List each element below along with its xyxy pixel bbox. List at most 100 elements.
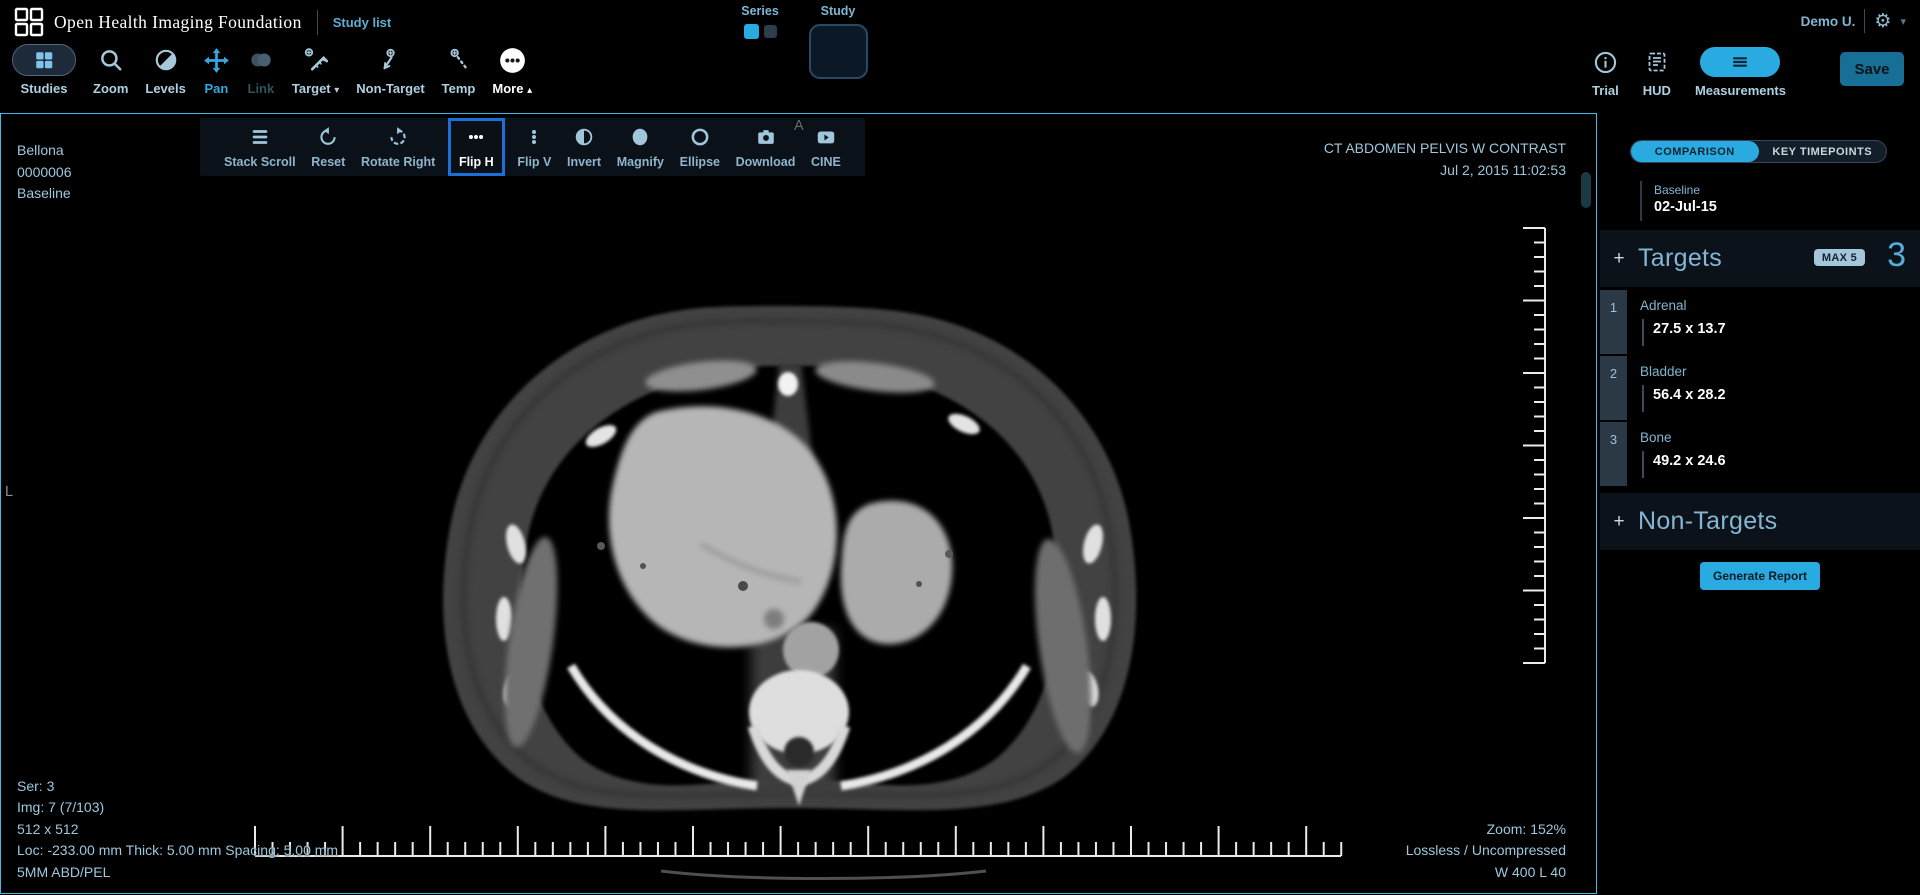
add-non-target-icon[interactable]: + bbox=[1600, 511, 1638, 533]
play-icon bbox=[815, 126, 837, 148]
tool-non-target[interactable]: Non-Target bbox=[356, 44, 424, 96]
caret-down-icon: ▾ bbox=[334, 85, 339, 96]
flip-v-icon bbox=[523, 126, 545, 148]
series-selector: Series bbox=[736, 4, 784, 39]
target-number: 2 bbox=[1600, 356, 1627, 420]
timepoint-baseline: Baseline 02-Jul-15 bbox=[1640, 181, 1717, 221]
menu-item-flip-v[interactable]: Flip V bbox=[513, 118, 555, 176]
menu-item-stack-scroll[interactable]: Stack Scroll bbox=[220, 118, 300, 176]
rotate-right-icon bbox=[387, 126, 409, 148]
menu-item-ellipse[interactable]: Ellipse bbox=[676, 118, 724, 176]
zoom-level: Zoom: 152% bbox=[1406, 819, 1566, 841]
reset-icon bbox=[317, 126, 339, 148]
target-row-bladder[interactable]: 2 Bladder 56.4 x 28.2 bbox=[1600, 356, 1920, 420]
menu-item-flip-h[interactable]: Flip H bbox=[448, 118, 505, 176]
horizontal-ruler bbox=[254, 822, 1344, 858]
tool-pan[interactable]: Pan bbox=[203, 44, 230, 96]
tab-comparison[interactable]: COMPARISON bbox=[1631, 141, 1759, 162]
more-ellipsis-icon bbox=[499, 44, 526, 76]
stack-scrollbar-thumb[interactable] bbox=[1581, 172, 1591, 208]
menu-item-reset[interactable]: Reset bbox=[307, 118, 349, 176]
study-thumb[interactable] bbox=[809, 24, 868, 79]
series-thumb[interactable] bbox=[764, 25, 777, 38]
hud-panel-icon bbox=[1645, 46, 1669, 78]
menu-item-cine[interactable]: CINE bbox=[807, 118, 845, 176]
non-target-icon bbox=[377, 44, 403, 76]
brand-divider bbox=[317, 10, 318, 35]
magnify-icon bbox=[629, 126, 651, 148]
temp-icon bbox=[446, 44, 472, 76]
target-ruler-icon bbox=[303, 44, 329, 76]
targets-section-header[interactable]: + Targets MAX 5 3 bbox=[1600, 230, 1920, 287]
generate-report-button[interactable]: Generate Report bbox=[1700, 562, 1820, 590]
app-title: Open Health Imaging Foundation bbox=[54, 12, 302, 33]
brand: Open Health Imaging Foundation Study lis… bbox=[14, 7, 391, 37]
timepoint-tabs: COMPARISON KEY TIMEPOINTS bbox=[1630, 140, 1887, 163]
vertical-ruler bbox=[1519, 226, 1547, 666]
ellipse-icon bbox=[689, 126, 711, 148]
flip-h-icon bbox=[464, 126, 488, 148]
overlay-series-info: Ser: 3 Img: 7 (7/103) 512 x 512 Loc: -23… bbox=[17, 776, 338, 884]
info-icon bbox=[1593, 46, 1618, 78]
tool-measurements[interactable]: Measurements bbox=[1695, 46, 1786, 98]
window-level: W 400 L 40 bbox=[1406, 862, 1566, 884]
tab-key-timepoints[interactable]: KEY TIMEPOINTS bbox=[1759, 141, 1887, 162]
targets-list: 1 Adrenal 27.5 x 13.7 2 Bladder 56.4 x 2… bbox=[1600, 290, 1920, 486]
target-number: 3 bbox=[1600, 422, 1627, 486]
target-row-bone[interactable]: 3 Bone 49.2 x 24.6 bbox=[1600, 422, 1920, 486]
max-targets-badge: MAX 5 bbox=[1814, 249, 1865, 266]
menu-item-download[interactable]: Download bbox=[732, 118, 800, 176]
study-description: CT ABDOMEN PELVIS W CONTRAST bbox=[1324, 138, 1566, 160]
invert-icon bbox=[573, 126, 595, 148]
series-thumb-active[interactable] bbox=[744, 24, 759, 39]
main-toolbar: Studies Zoom Levels Pan bbox=[12, 44, 532, 96]
tool-zoom[interactable]: Zoom bbox=[93, 44, 128, 96]
right-toolbar: Trial HUD Measurements Save bbox=[1592, 46, 1904, 98]
timepoint-name: Baseline bbox=[17, 183, 72, 205]
target-measurement: 27.5 x 13.7 bbox=[1653, 321, 1726, 337]
tool-link[interactable]: Link bbox=[247, 44, 275, 96]
study-list-link[interactable]: Study list bbox=[333, 15, 392, 30]
more-tools-menu: Stack Scroll Reset Rotate Right Flip H bbox=[200, 118, 865, 176]
menu-item-invert[interactable]: Invert bbox=[563, 118, 605, 176]
ct-viewport[interactable]: Bellona 0000006 Baseline CT ABDOMEN PELV… bbox=[0, 113, 1597, 894]
measurements-list-icon bbox=[1700, 47, 1780, 77]
tool-trial[interactable]: Trial bbox=[1592, 46, 1619, 98]
compression-info: Lossless / Uncompressed bbox=[1406, 840, 1566, 862]
image-dimensions: 512 x 512 bbox=[17, 819, 338, 841]
pan-icon bbox=[203, 44, 230, 76]
study-label: Study bbox=[808, 4, 868, 18]
zoom-icon bbox=[98, 44, 124, 76]
add-target-icon[interactable]: + bbox=[1600, 248, 1638, 270]
series-label: Series bbox=[736, 4, 784, 18]
series-number: Ser: 3 bbox=[17, 776, 338, 798]
menu-item-magnify[interactable]: Magnify bbox=[613, 118, 668, 176]
target-measurement: 49.2 x 24.6 bbox=[1653, 453, 1726, 469]
chevron-down-icon[interactable]: ▾ bbox=[1900, 15, 1906, 28]
timepoint-label: Baseline bbox=[1654, 183, 1717, 197]
tool-temp[interactable]: Temp bbox=[442, 44, 476, 96]
menu-item-rotate-right[interactable]: Rotate Right bbox=[357, 118, 439, 176]
tool-more[interactable]: More ▴ bbox=[492, 44, 532, 96]
overlay-patient-info: Bellona 0000006 Baseline bbox=[17, 140, 72, 205]
tool-hud[interactable]: HUD bbox=[1643, 46, 1671, 98]
save-button[interactable]: Save bbox=[1840, 52, 1904, 86]
target-label: Adrenal bbox=[1640, 298, 1687, 313]
image-number: Img: 7 (7/103) bbox=[17, 797, 338, 819]
non-targets-section-header[interactable]: + Non-Targets bbox=[1600, 493, 1920, 550]
target-label: Bone bbox=[1640, 430, 1672, 445]
grid-icon bbox=[12, 44, 76, 76]
levels-icon bbox=[153, 44, 179, 76]
ohif-logo-icon bbox=[14, 7, 44, 37]
caret-up-icon: ▴ bbox=[527, 85, 532, 96]
patient-name: Bellona bbox=[17, 140, 72, 162]
tool-studies[interactable]: Studies bbox=[12, 44, 76, 96]
tool-target[interactable]: Target ▾ bbox=[292, 44, 339, 96]
gear-icon[interactable]: ⚙ bbox=[1874, 12, 1891, 31]
tool-levels[interactable]: Levels bbox=[145, 44, 185, 96]
target-row-adrenal[interactable]: 1 Adrenal 27.5 x 13.7 bbox=[1600, 290, 1920, 354]
target-label: Bladder bbox=[1640, 364, 1687, 379]
overlay-study-info: CT ABDOMEN PELVIS W CONTRAST Jul 2, 2015… bbox=[1324, 138, 1566, 181]
orientation-marker-anterior: A bbox=[794, 118, 804, 134]
user-menu: Demo U. ⚙ ▾ bbox=[1801, 9, 1906, 33]
